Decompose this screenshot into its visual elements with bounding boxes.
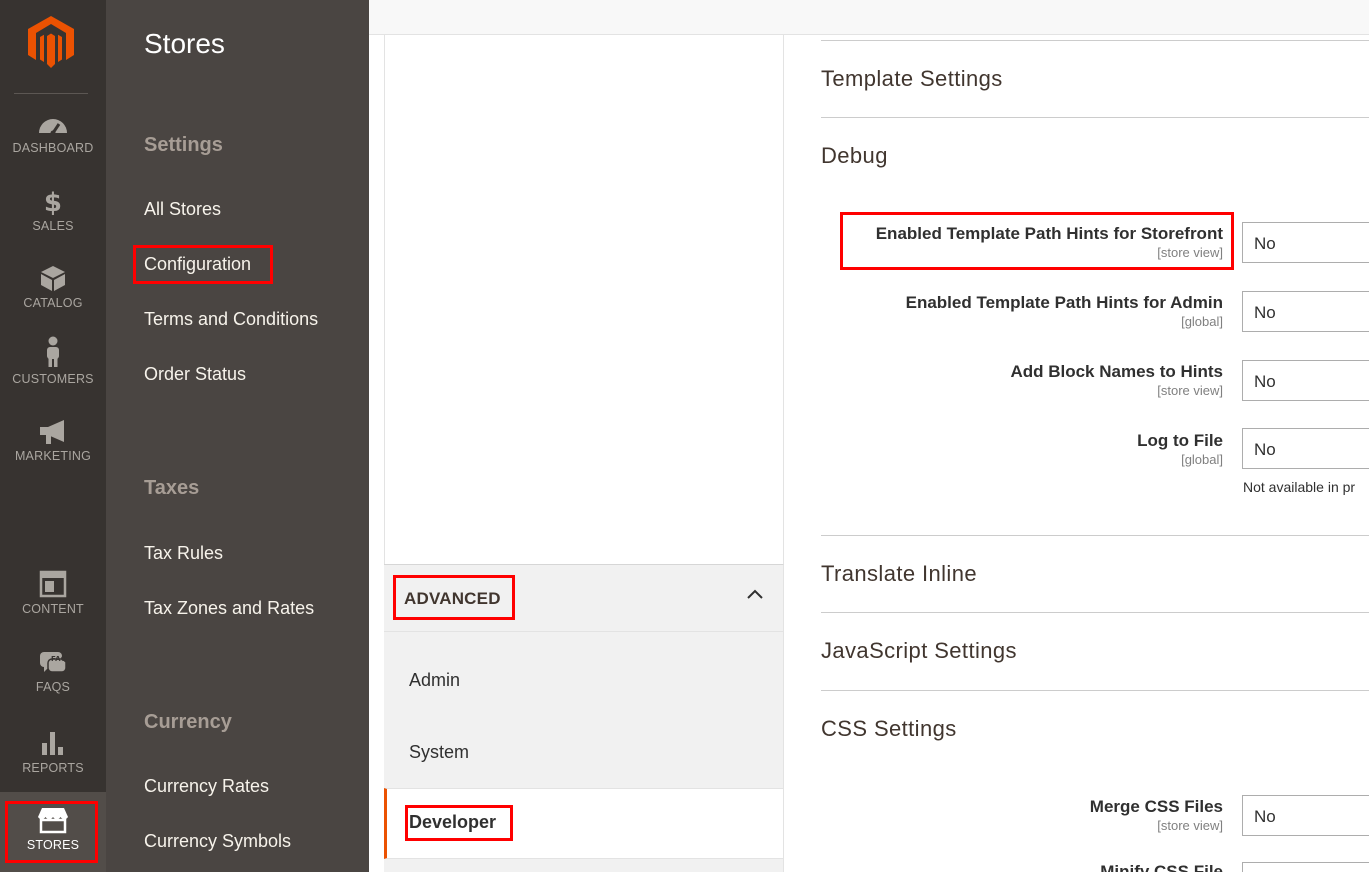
rail-item-content[interactable]: CONTENT xyxy=(0,570,106,616)
field-scope: [global] xyxy=(1181,314,1223,329)
box-icon xyxy=(41,266,65,291)
select-hints-storefront[interactable]: No xyxy=(1242,222,1369,263)
link-currency-rates[interactable]: Currency Rates xyxy=(144,776,269,797)
link-currency-symbols[interactable]: Currency Symbols xyxy=(144,831,291,852)
link-tax-zones-and-rates[interactable]: Tax Zones and Rates xyxy=(144,598,314,619)
link-tax-rules[interactable]: Tax Rules xyxy=(144,543,223,564)
field-label-block-names: Add Block Names to Hints xyxy=(1010,362,1223,381)
link-terms-and-conditions[interactable]: Terms and Conditions xyxy=(144,309,318,330)
section-debug[interactable]: Debug xyxy=(821,143,888,169)
rail-item-faqs[interactable]: FAQ FAQS xyxy=(0,650,106,694)
field-scope: [store view] xyxy=(1157,818,1223,833)
page-header xyxy=(369,0,1369,35)
section-translate-inline[interactable]: Translate Inline xyxy=(821,561,977,587)
stores-flyout-menu: Stores Settings All Stores Configuration… xyxy=(106,0,369,872)
tab-admin[interactable]: Admin xyxy=(409,670,460,691)
rail-item-reports[interactable]: REPORTS xyxy=(0,729,106,775)
bar-chart-icon xyxy=(42,732,63,755)
field-scope: [global] xyxy=(1181,452,1223,467)
storefront-hints-highlight-box xyxy=(840,212,1234,270)
svg-text:$: $ xyxy=(44,188,62,215)
rail-item-sales[interactable]: $ SALES xyxy=(0,187,106,233)
field-label-hints-admin: Enabled Template Path Hints for Admin xyxy=(905,293,1223,312)
tab-items-list: Admin System xyxy=(384,632,784,788)
layout-icon xyxy=(39,570,67,598)
rail-item-customers[interactable]: CUSTOMERS xyxy=(0,336,106,386)
person-icon xyxy=(47,336,59,367)
select-hints-admin[interactable]: No xyxy=(1242,291,1369,332)
tab-below-filler xyxy=(384,859,784,872)
field-scope: [store view] xyxy=(1157,383,1223,398)
rail-item-marketing[interactable]: MARKETING xyxy=(0,419,106,463)
tab-system[interactable]: System xyxy=(409,742,469,763)
admin-menu-rail: DASHBOARD $ SALES CATALOG CUSTOMERS MARK… xyxy=(0,0,106,872)
link-all-stores[interactable]: All Stores xyxy=(144,199,221,220)
section-javascript-settings[interactable]: JavaScript Settings xyxy=(821,638,1017,664)
section-divider xyxy=(821,612,1369,613)
group-settings: Settings xyxy=(144,134,223,156)
svg-text:FAQ: FAQ xyxy=(51,655,67,663)
configuration-highlight-box xyxy=(133,245,273,284)
advanced-highlight-box xyxy=(393,575,515,620)
field-label-log-to-file: Log to File xyxy=(1137,431,1223,450)
field-label-minify-css: Minify CSS File xyxy=(1100,862,1223,872)
rail-divider xyxy=(14,93,88,94)
faq-icon: FAQ xyxy=(40,652,67,673)
flyout-title: Stores xyxy=(144,28,225,59)
group-taxes: Taxes xyxy=(144,477,200,499)
field-label-merge-css: Merge CSS Files xyxy=(1089,797,1223,816)
section-divider xyxy=(821,690,1369,691)
link-order-status[interactable]: Order Status xyxy=(144,364,246,385)
select-log-to-file[interactable]: No xyxy=(1242,428,1369,469)
select-minify-css[interactable] xyxy=(1242,862,1369,872)
section-template-settings[interactable]: Template Settings xyxy=(821,66,1003,92)
log-to-file-note: Not available in pr xyxy=(1243,479,1356,495)
section-divider xyxy=(821,40,1369,41)
group-currency: Currency xyxy=(144,711,232,733)
rail-item-dashboard[interactable]: DASHBOARD xyxy=(0,113,106,155)
magento-logo-icon[interactable] xyxy=(28,16,74,68)
dashboard-icon xyxy=(39,119,67,136)
rail-item-catalog[interactable]: CATALOG xyxy=(0,264,106,310)
section-css-settings[interactable]: CSS Settings xyxy=(821,716,957,742)
select-merge-css[interactable]: No xyxy=(1242,795,1369,836)
select-block-names[interactable]: No xyxy=(1242,360,1369,401)
dollar-icon: $ xyxy=(44,188,62,215)
megaphone-icon xyxy=(40,420,64,444)
section-divider xyxy=(821,535,1369,536)
developer-highlight-box xyxy=(405,805,513,841)
section-divider xyxy=(821,117,1369,118)
stores-highlight-box xyxy=(5,801,98,863)
chevron-up-icon xyxy=(747,589,763,599)
